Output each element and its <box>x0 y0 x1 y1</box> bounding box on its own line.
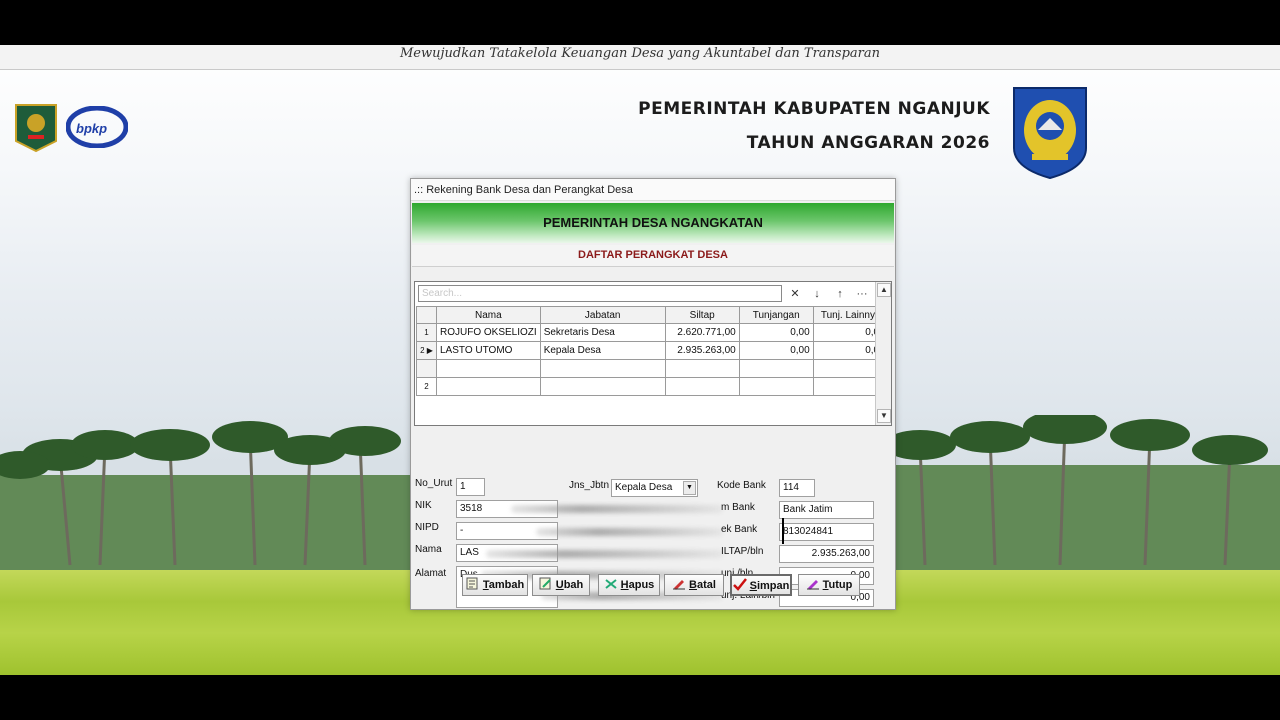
cell-jabatan[interactable]: Kepala Desa <box>539 341 666 360</box>
tutup-button[interactable]: Tutup <box>798 574 860 596</box>
rek-bank-label: ek Bank <box>721 524 758 535</box>
jns-jbtn-value: Kepala Desa <box>615 482 673 493</box>
hapus-mnemonic: H <box>620 579 629 591</box>
budget-year: TAHUN ANGGARAN 2026 <box>746 133 990 153</box>
current-row-pointer-icon: ▶ <box>426 346 433 355</box>
nama-bank-label: m Bank <box>721 502 755 513</box>
column-header-tunjangan[interactable]: Tunjangan <box>738 306 814 324</box>
ubah-label: bah <box>563 579 584 591</box>
checkmark-icon <box>732 578 747 591</box>
add-record-icon <box>466 577 478 590</box>
government-title: PEMERINTAH KABUPATEN NGANJUK <box>638 99 990 119</box>
nganjuk-regency-logo-icon <box>1013 87 1087 180</box>
siltap-label: ILTAP/bln <box>721 546 764 557</box>
hapus-label: apus <box>628 579 655 591</box>
kode-bank-label: Kode Bank <box>717 480 766 491</box>
delete-record-icon <box>605 579 617 589</box>
bpkp-logo-icon: bpkp <box>66 106 128 148</box>
close-pen-icon <box>806 580 819 590</box>
column-header-siltap[interactable]: Siltap <box>664 306 740 324</box>
footer-cell <box>738 377 814 396</box>
bank-account-dialog: .:: Rekening Bank Desa dan Perangkat Des… <box>410 178 896 610</box>
cell-nama[interactable]: ROJUFO OKSELIOZI <box>436 323 541 342</box>
empty-cell <box>416 359 437 378</box>
search-input[interactable]: Search... <box>418 285 782 302</box>
clear-search-icon[interactable]: ✕ <box>786 286 804 302</box>
empty-cell <box>539 359 666 378</box>
officials-table: Nama Jabatan Siltap Tunjangan Tunj. Lain… <box>416 306 889 396</box>
dialog-title-bar[interactable]: .:: Rekening Bank Desa dan Perangkat Des… <box>411 179 895 201</box>
table-header-row: Nama Jabatan Siltap Tunjangan Tunj. Lain… <box>416 306 889 324</box>
row-number: 1 <box>416 323 437 342</box>
chevron-down-icon[interactable]: ▼ <box>683 481 696 495</box>
table-footer-row: 2 <box>416 377 889 396</box>
column-header-nama[interactable]: Nama <box>436 306 541 324</box>
batal-label: atal <box>696 579 716 591</box>
simpan-label: impan <box>756 580 790 592</box>
batal-mnemonic: B <box>689 579 697 591</box>
batal-button[interactable]: Batal <box>664 574 724 596</box>
nik-label: NIK <box>415 500 432 511</box>
row-number: 2 <box>420 346 425 355</box>
simpan-mnemonic: S <box>749 580 757 592</box>
redacted-nipd <box>536 528 723 536</box>
no-urut-label: No_Urut <box>415 478 453 489</box>
row-indicator-header <box>416 306 437 324</box>
siltap-input[interactable]: 2.935.263,00 <box>779 545 874 563</box>
officials-grid: Search... ✕ ↓ ↑ ··· Nama Jabatan Siltap … <box>414 281 892 426</box>
scroll-down-icon[interactable]: ▼ <box>877 409 891 423</box>
cell-tunjangan[interactable]: 0,00 <box>738 341 814 360</box>
empty-cell <box>738 359 814 378</box>
move-up-icon[interactable]: ↑ <box>831 286 849 302</box>
nama-label: Nama <box>415 544 442 555</box>
redacted-nik <box>511 505 723 513</box>
tambah-button[interactable]: Tambah <box>462 574 528 596</box>
empty-cell <box>664 359 740 378</box>
svg-text:bpkp: bpkp <box>76 121 107 136</box>
rek-bank-input[interactable]: 813024841 <box>779 523 874 541</box>
move-down-icon[interactable]: ↓ <box>808 286 826 302</box>
empty-cell <box>436 359 541 378</box>
cell-jabatan[interactable]: Sekretaris Desa <box>539 323 666 342</box>
jns-jbtn-label: Jns_Jbtn <box>569 480 610 491</box>
footer-cell <box>539 377 666 396</box>
kemendagri-logo-icon <box>15 104 57 153</box>
more-options-icon[interactable]: ··· <box>853 286 871 302</box>
cell-siltap[interactable]: 2.935.263,00 <box>664 341 740 360</box>
cell-siltap[interactable]: 2.620.771,00 <box>664 323 740 342</box>
jns-jbtn-select[interactable]: Kepala Desa ▼ <box>611 479 698 497</box>
footer-cell <box>664 377 740 396</box>
nama-bank-input[interactable]: Bank Jatim <box>779 501 874 519</box>
tutup-label: utup <box>828 579 853 591</box>
record-count: 2 <box>416 377 437 396</box>
redacted-nama <box>486 550 723 558</box>
cell-tunjangan[interactable]: 0,00 <box>738 323 814 342</box>
no-urut-input[interactable]: 1 <box>456 478 485 496</box>
cancel-pen-icon <box>673 580 686 590</box>
section-title: DAFTAR PERANGKAT DESA <box>412 245 894 267</box>
edit-record-icon <box>539 577 551 590</box>
grid-vertical-scrollbar[interactable]: ▲ ▼ <box>875 282 891 425</box>
ubah-mnemonic: U <box>555 579 564 591</box>
simpan-button[interactable]: Simpan <box>730 574 792 596</box>
scroll-up-icon[interactable]: ▲ <box>877 283 891 297</box>
alamat-label: Alamat <box>415 568 447 579</box>
ubah-button[interactable]: Ubah <box>532 574 590 596</box>
footer-cell <box>436 377 541 396</box>
table-row[interactable]: 2 ▶ LASTO UTOMO Kepala Desa 2.935.263,00… <box>416 341 889 360</box>
empty-row-area <box>416 359 889 378</box>
text-cursor-icon <box>782 518 790 544</box>
tambah-label: ambah <box>488 579 525 591</box>
kode-bank-input[interactable]: 114 <box>779 479 815 497</box>
top-banner: Mewujudkan Tatakelola Keuangan Desa yang… <box>0 45 1280 70</box>
table-row[interactable]: 1 ROJUFO OKSELIOZI Sekretaris Desa 2.620… <box>416 323 889 342</box>
cell-nama[interactable]: LASTO UTOMO <box>436 341 541 360</box>
row-number-current: 2 ▶ <box>416 341 437 360</box>
desktop-background: Mewujudkan Tatakelola Keuangan Desa yang… <box>0 45 1280 675</box>
nipd-label: NIPD <box>415 522 439 533</box>
hapus-button[interactable]: Hapus <box>598 574 660 596</box>
village-org-title: PEMERINTAH DESA NGANGKATAN <box>412 203 894 243</box>
column-header-jabatan[interactable]: Jabatan <box>539 306 666 324</box>
